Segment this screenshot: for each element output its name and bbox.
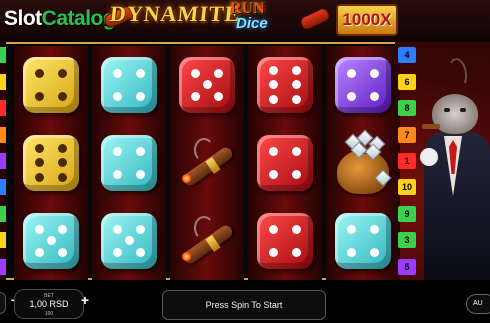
payline-badge: 9 <box>398 205 416 222</box>
reel-column <box>326 46 400 280</box>
reel-cell <box>170 124 244 201</box>
character-smoke <box>439 46 475 91</box>
character-glove <box>420 148 438 166</box>
slotcatalog-logo: Slot Catalog <box>4 4 116 34</box>
reel-cell <box>326 202 400 279</box>
status-message: Press Spin To Start <box>162 290 326 320</box>
bet-display: BET 1,00 RSD 100 <box>14 289 84 319</box>
payline-badge: 4 <box>398 47 416 64</box>
character-eye <box>444 108 450 112</box>
bet-increase-button[interactable]: + <box>78 293 92 307</box>
bet-value: 1,00 RSD <box>29 299 69 309</box>
payline-badge: 3 <box>398 232 416 249</box>
payline-badge: 5 <box>398 258 416 275</box>
payline-badge: 10 <box>398 179 416 196</box>
red-die-5-symbol <box>179 56 235 113</box>
purple-die-4-symbol <box>335 56 391 113</box>
payline-badge: 6 <box>398 73 416 90</box>
reel-cell <box>92 202 166 279</box>
reel-cell <box>170 202 244 279</box>
character-cigar <box>422 124 440 129</box>
reel-cell <box>326 124 400 201</box>
cigar-symbol <box>176 132 238 194</box>
cigar-symbol <box>176 210 238 272</box>
multiplier-text: 1000X <box>342 10 392 29</box>
mob-boss-character <box>420 48 490 280</box>
red-die-6-symbol <box>257 56 313 113</box>
reel-cell <box>14 124 88 201</box>
cyan-die-5-symbol <box>23 212 79 269</box>
bet-sub-value: 100 <box>44 311 54 317</box>
cyan-die-4-symbol <box>101 56 157 113</box>
reel-cell <box>92 124 166 201</box>
game-title-dice: Dice <box>236 15 268 32</box>
reel-cell <box>248 46 322 123</box>
yellow-die-4-symbol <box>23 56 79 113</box>
reel-column <box>170 46 244 280</box>
cyan-die-4-symbol <box>335 212 391 269</box>
reel-column <box>14 46 88 280</box>
max-multiplier-badge: 1000X <box>336 4 398 36</box>
logo-slot-text: Slot <box>4 7 42 30</box>
payline-badge: 7 <box>398 126 416 143</box>
money-bag-symbol <box>331 129 395 196</box>
reel-column <box>248 46 322 280</box>
payline-badge: 8 <box>398 100 416 117</box>
cyan-die-5-symbol <box>101 212 157 269</box>
reel-cell <box>14 46 88 123</box>
reel-cell <box>326 46 400 123</box>
reel-grid <box>6 42 400 280</box>
control-bar: − BET 1,00 RSD 100 + Press Spin To Start… <box>0 280 490 323</box>
red-die-4-symbol <box>257 212 313 269</box>
reel-cell <box>248 202 322 279</box>
payline-indicators-right: 4 6 8 7 1 10 9 3 5 <box>398 42 416 280</box>
dynamite-stick-icon <box>298 6 332 32</box>
red-die-4-symbol <box>257 134 313 191</box>
game-header: Slot Catalog DYNAMITE RUN Dice 1000X <box>0 0 490 42</box>
game-title-dynamite: DYNAMITE <box>108 1 242 26</box>
character-eye <box>460 108 466 112</box>
reel-cell <box>92 46 166 123</box>
reel-cell <box>248 124 322 201</box>
cyan-die-4-symbol <box>101 134 157 191</box>
yellow-die-6-symbol <box>23 134 79 191</box>
autoplay-button[interactable]: AU <box>466 294 490 314</box>
payline-badge: 1 <box>398 153 416 169</box>
menu-button[interactable] <box>0 292 6 314</box>
reel-column <box>92 46 166 280</box>
reel-cell <box>14 202 88 279</box>
reel-cell <box>170 46 244 123</box>
game-stage: Slot Catalog DYNAMITE RUN Dice 1000X 4 6 8 7… <box>0 0 490 323</box>
